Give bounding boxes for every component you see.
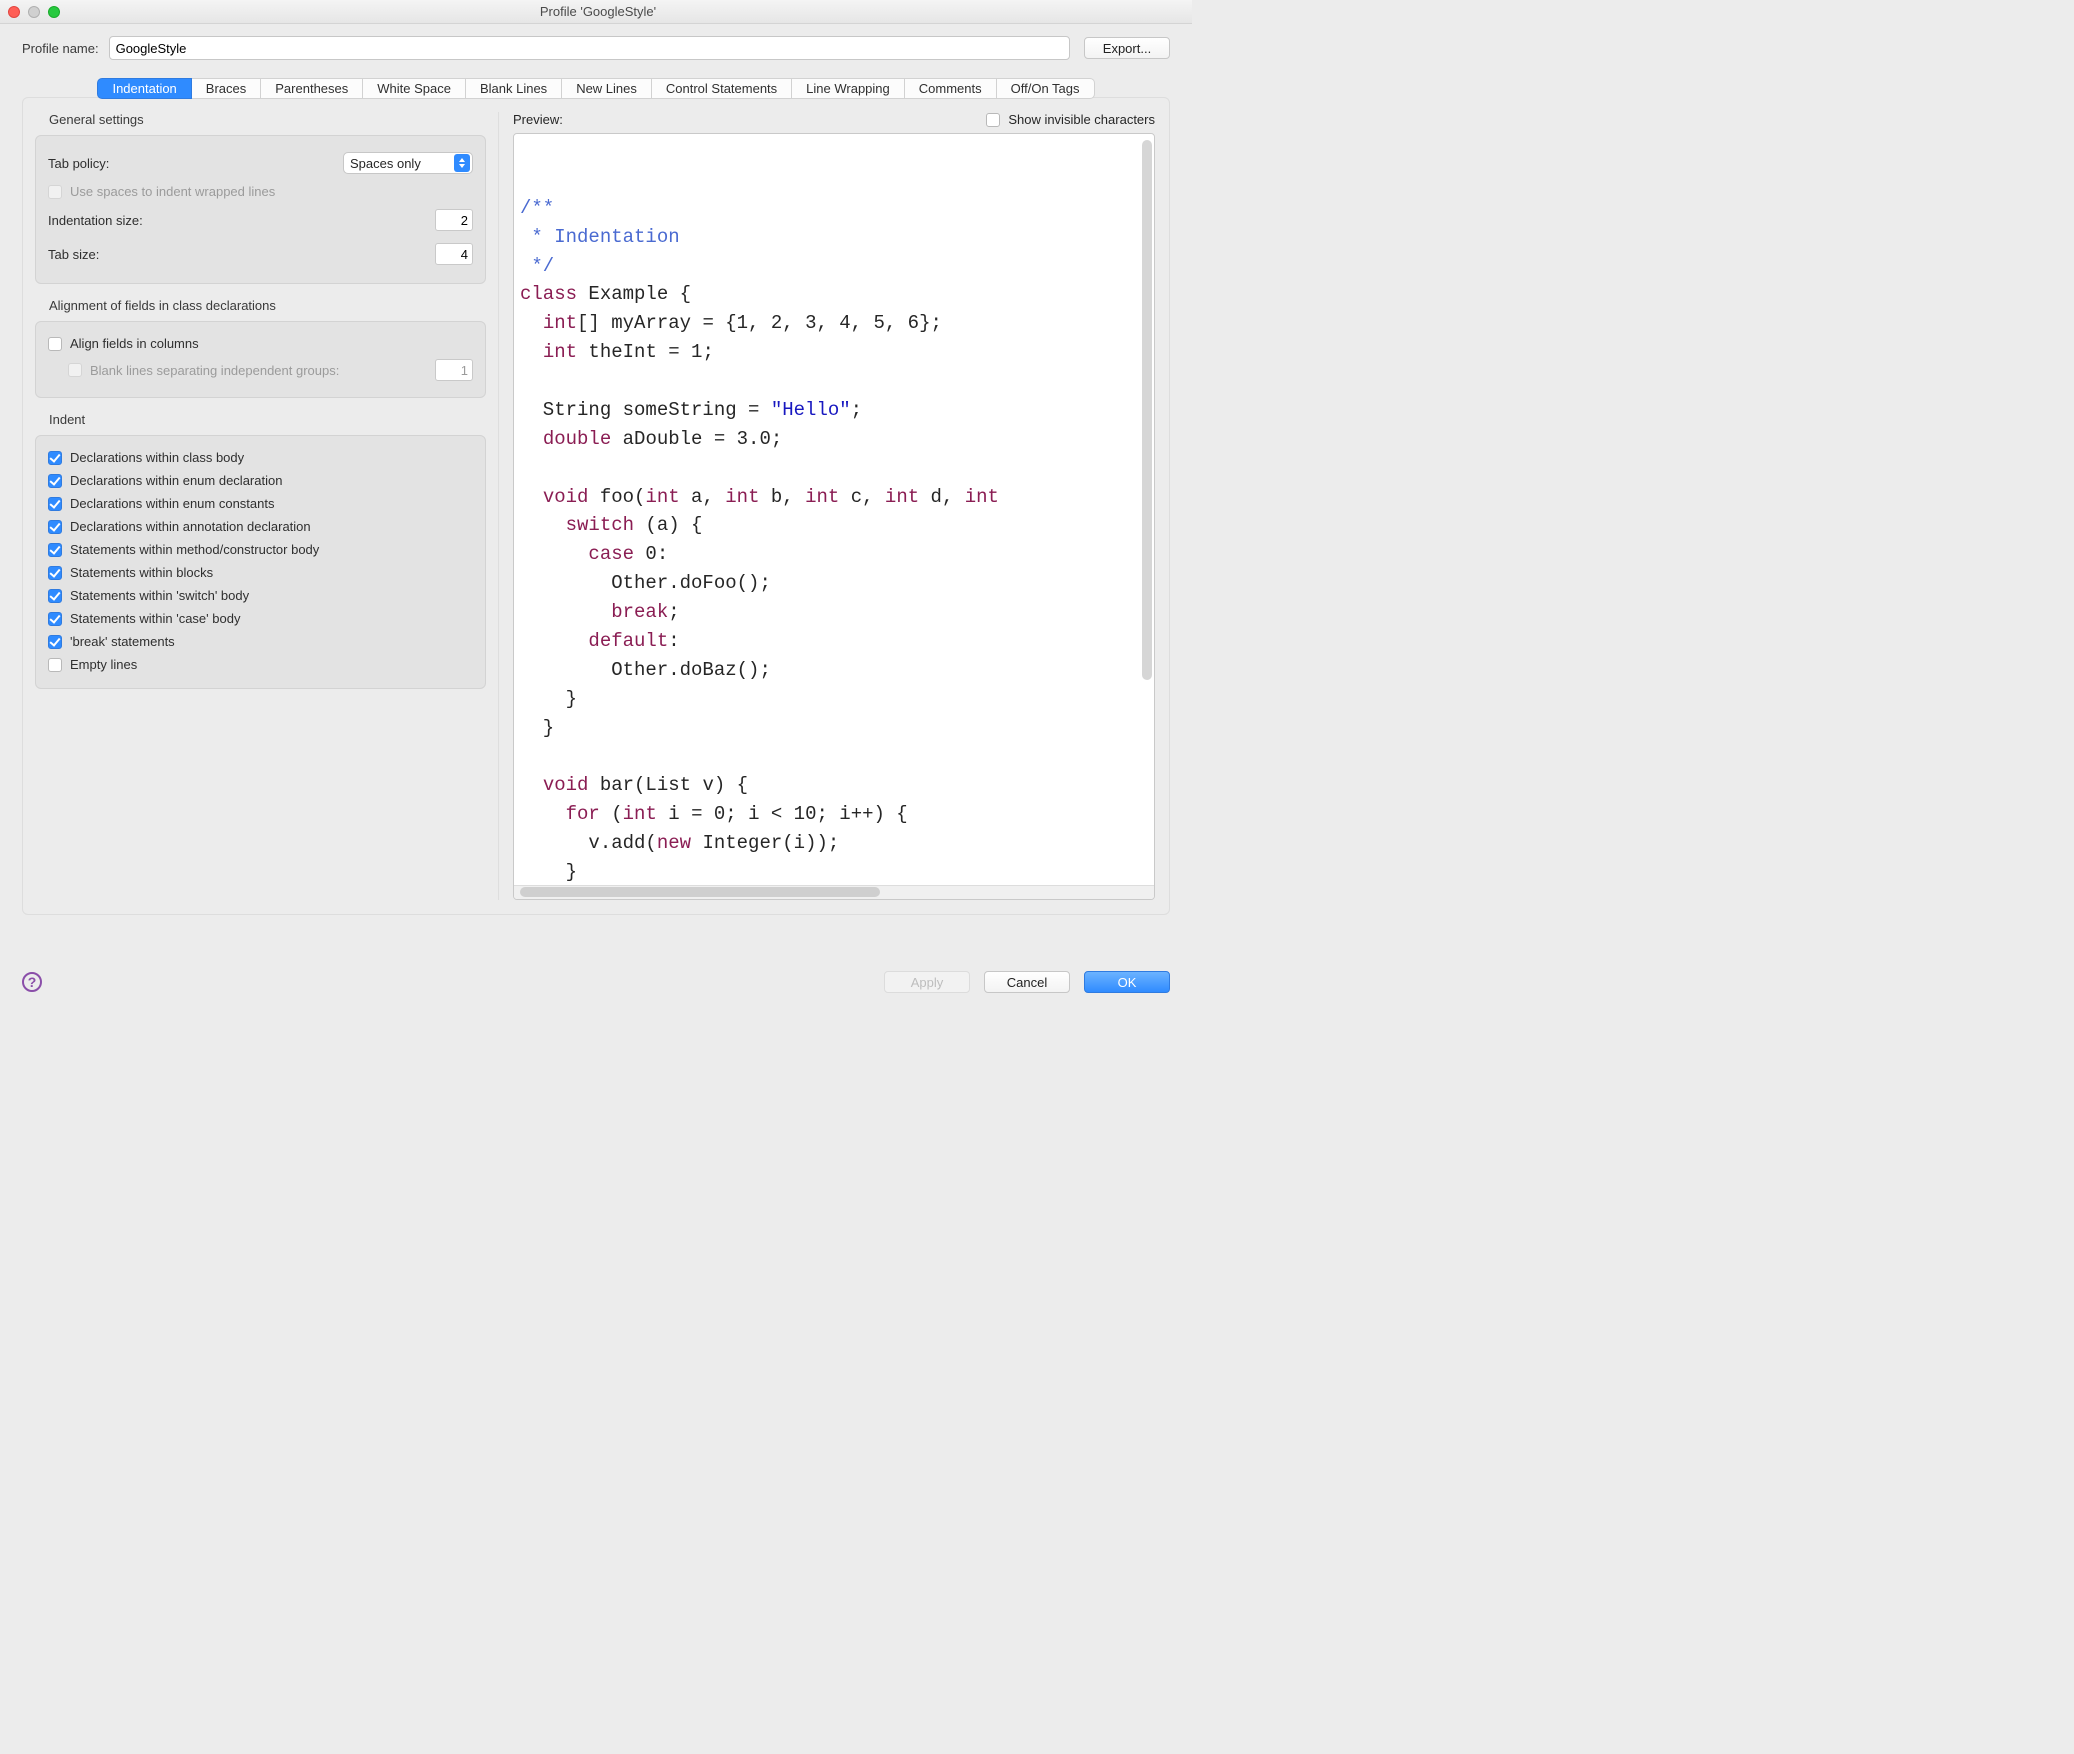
indent-checkbox[interactable] [48,543,62,557]
indent-label: Statements within method/constructor bod… [70,542,319,557]
chevron-updown-icon [454,154,470,172]
tab-new-lines[interactable]: New Lines [562,78,652,99]
tab-off-on-tags[interactable]: Off/On Tags [997,78,1095,99]
indent-item: Declarations within annotation declarati… [48,515,473,538]
indent-label: Empty lines [70,657,137,672]
tab-comments[interactable]: Comments [905,78,997,99]
code-preview[interactable]: /** * Indentation */ class Example { int… [513,133,1155,900]
tabstrip: IndentationBracesParenthesesWhite SpaceB… [22,78,1170,99]
tab-white-space[interactable]: White Space [363,78,466,99]
indent-checkbox[interactable] [48,612,62,626]
tab-line-wrapping[interactable]: Line Wrapping [792,78,905,99]
cancel-button[interactable]: Cancel [984,971,1070,993]
tab-size-input[interactable] [435,243,473,265]
indent-item: Statements within method/constructor bod… [48,538,473,561]
indent-group: Declarations within class body Declaratio… [35,435,486,689]
profile-name-input[interactable] [109,36,1070,60]
footer: ? Apply Cancel OK [0,956,1192,1008]
tab-policy-value: Spaces only [350,156,421,171]
indent-checkbox[interactable] [48,635,62,649]
window-controls [8,6,60,18]
tab-policy-select[interactable]: Spaces only [343,152,473,174]
indent-label: Declarations within enum declaration [70,473,282,488]
use-spaces-wrapped-label: Use spaces to indent wrapped lines [70,184,275,199]
horizontal-scrollbar[interactable] [514,885,1154,899]
align-fields-label: Align fields in columns [70,336,199,351]
horizontal-scrollbar-thumb[interactable] [520,887,880,897]
indent-item: Declarations within enum declaration [48,469,473,492]
indent-item: Statements within 'switch' body [48,584,473,607]
indent-checkbox[interactable] [48,566,62,580]
indent-checkbox[interactable] [48,474,62,488]
indent-checkbox[interactable] [48,520,62,534]
tab-parentheses[interactable]: Parentheses [261,78,363,99]
indent-item: 'break' statements [48,630,473,653]
tab-indentation[interactable]: Indentation [97,78,191,99]
export-button[interactable]: Export... [1084,37,1170,59]
general-settings-title: General settings [35,112,486,135]
blank-lines-label: Blank lines separating independent group… [90,363,339,378]
indent-item: Declarations within enum constants [48,492,473,515]
tab-size-label: Tab size: [48,247,99,262]
indent-size-label: Indentation size: [48,213,143,228]
indent-item: Statements within blocks [48,561,473,584]
indent-checkbox[interactable] [48,658,62,672]
show-invisible-checkbox[interactable] [986,113,1000,127]
indent-label: Statements within 'case' body [70,611,240,626]
help-icon[interactable]: ? [22,972,42,992]
indent-size-input[interactable] [435,209,473,231]
tab-control-statements[interactable]: Control Statements [652,78,792,99]
panel: General settings Tab policy: Spaces only… [22,97,1170,915]
tab-blank-lines[interactable]: Blank Lines [466,78,562,99]
apply-button: Apply [884,971,970,993]
indent-item: Empty lines [48,653,473,676]
indent-label: Declarations within enum constants [70,496,275,511]
indent-label: Statements within 'switch' body [70,588,249,603]
close-icon[interactable] [8,6,20,18]
tab-policy-label: Tab policy: [48,156,109,171]
use-spaces-wrapped-checkbox [48,185,62,199]
indent-checkbox[interactable] [48,589,62,603]
tab-braces[interactable]: Braces [192,78,261,99]
alignment-title: Alignment of fields in class declaration… [35,298,486,321]
indent-item: Statements within 'case' body [48,607,473,630]
indent-label: Declarations within class body [70,450,244,465]
blank-lines-input [435,359,473,381]
general-settings-group: Tab policy: Spaces only Use spaces to in… [35,135,486,284]
profile-name-label: Profile name: [22,41,99,56]
alignment-group: Align fields in columns Blank lines sepa… [35,321,486,398]
ok-button[interactable]: OK [1084,971,1170,993]
window-title: Profile 'GoogleStyle' [60,4,1136,19]
left-column: General settings Tab policy: Spaces only… [23,112,498,900]
vertical-scrollbar-thumb[interactable] [1142,140,1152,680]
preview-label: Preview: [513,112,563,127]
indent-label: Statements within blocks [70,565,213,580]
indent-item: Declarations within class body [48,446,473,469]
minimize-icon [28,6,40,18]
blank-lines-checkbox [68,363,82,377]
indent-checkbox[interactable] [48,451,62,465]
indent-checkbox[interactable] [48,497,62,511]
indent-label: Declarations within annotation declarati… [70,519,311,534]
show-invisible-label: Show invisible characters [1008,112,1155,127]
indent-title: Indent [35,412,486,435]
align-fields-checkbox[interactable] [48,337,62,351]
indent-label: 'break' statements [70,634,175,649]
profile-name-row: Profile name: Export... [22,36,1170,60]
right-column: Preview: Show invisible characters /** *… [498,112,1169,900]
zoom-icon[interactable] [48,6,60,18]
titlebar: Profile 'GoogleStyle' [0,0,1192,24]
